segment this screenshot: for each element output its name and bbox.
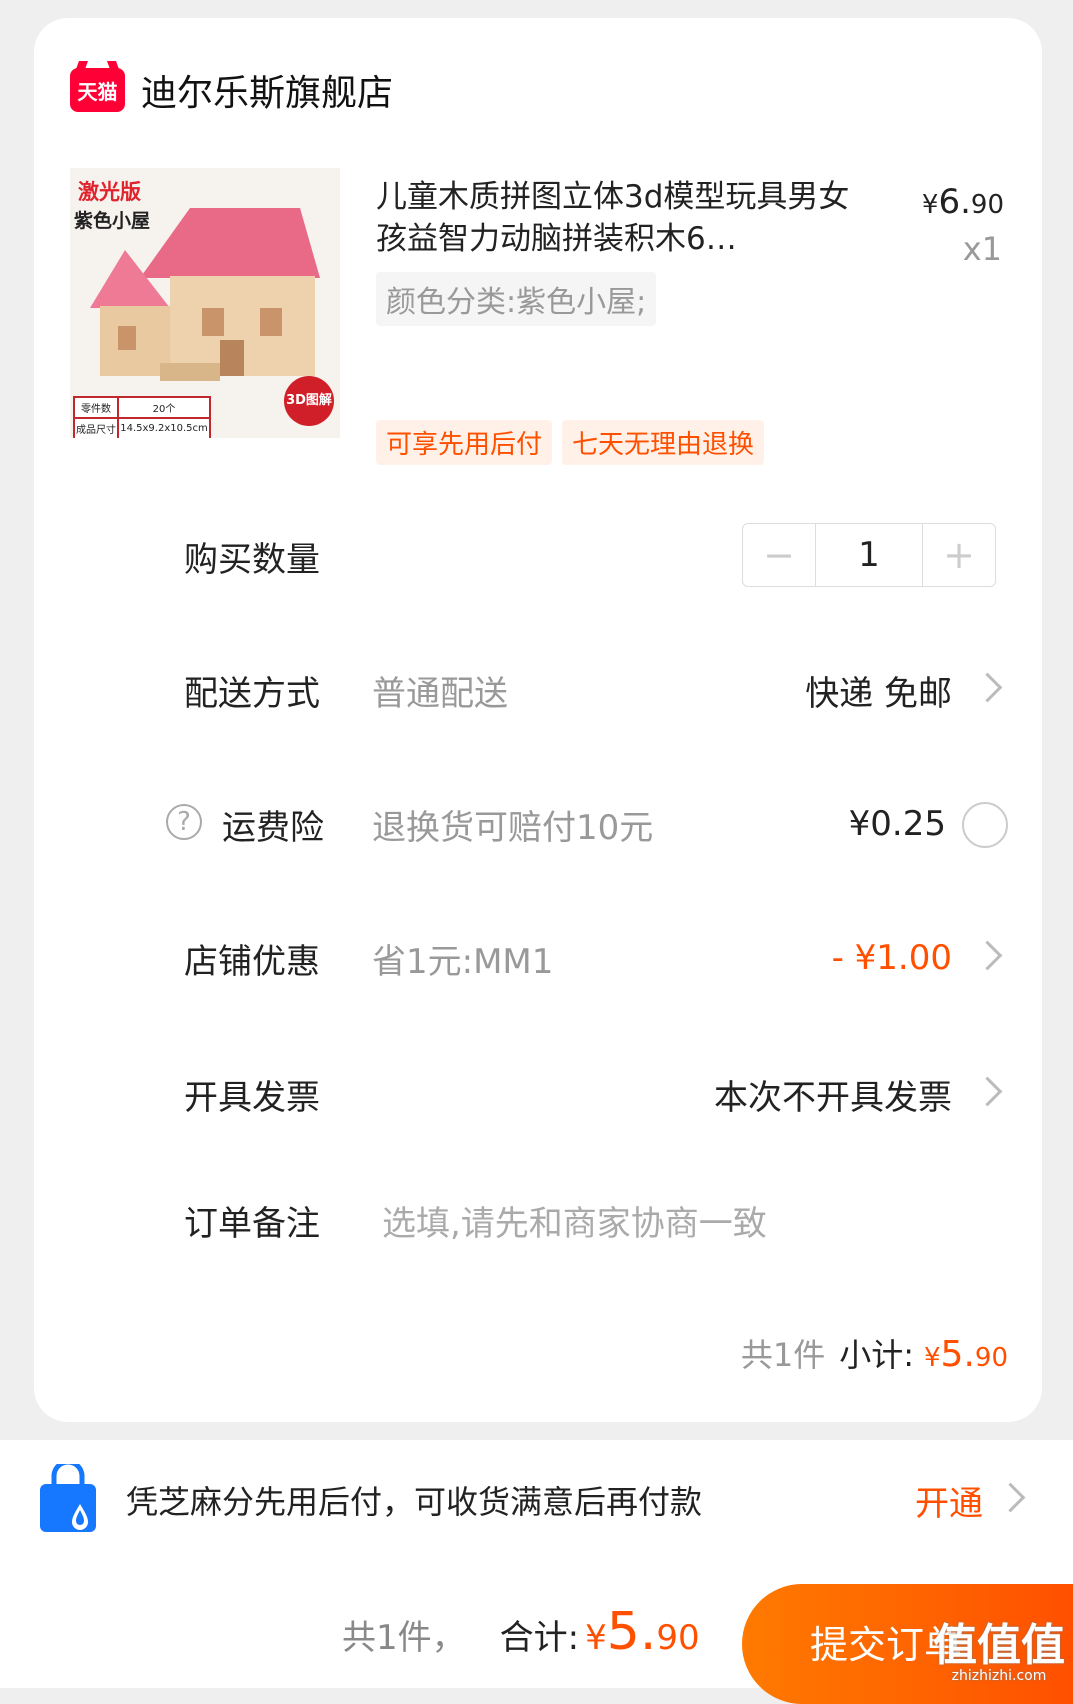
- checkout-bar: 共1件， 合计: ¥5.90 提交订单 值值值 zhizhizhi.com: [0, 1560, 1073, 1704]
- chevron-right-icon: [972, 1076, 1003, 1107]
- image-caption-edition: 激光版: [78, 179, 141, 204]
- insurance-label: 运费险: [222, 807, 324, 848]
- subtotal-symbol: ¥: [924, 1343, 941, 1373]
- total-label: 合计:: [499, 1618, 580, 1658]
- spec-value-size: 14.5x9.2x10.5cm: [118, 418, 210, 438]
- service-tags: 可享先用后付 七天无理由退换: [376, 420, 765, 465]
- pay-later-text: 凭芝麻分先用后付，可收货满意后再付款: [126, 1483, 703, 1521]
- note-input[interactable]: 选填,请先和商家协商一致: [382, 1180, 767, 1260]
- invoice-label: 开具发票: [184, 1077, 320, 1118]
- subtotal: 共1件 小计: ¥5.90: [741, 1330, 1008, 1376]
- chevron-right-icon: [995, 1482, 1026, 1513]
- insurance-price: ¥0.25: [848, 804, 946, 844]
- store-discount-row[interactable]: 店铺优惠 省1元:MM1 - ¥1.00: [34, 918, 1042, 998]
- tag-pay-later: 可享先用后付: [376, 420, 553, 465]
- image-3d-badge: 3D图解: [284, 376, 334, 426]
- insurance-radio[interactable]: [962, 802, 1008, 848]
- subtotal-label: 小计:: [839, 1336, 914, 1374]
- total-amount: ¥5.90: [585, 1602, 700, 1662]
- total-symbol: ¥: [585, 1618, 607, 1658]
- delivery-label: 配送方式: [184, 673, 320, 714]
- discount-label: 店铺优惠: [184, 941, 320, 982]
- shipping-insurance-row[interactable]: ? 运费险 退换货可赔付10元 ¥0.25: [34, 784, 1042, 864]
- image-spec-table: 零件数 20个 成品尺寸 14.5x9.2x10.5cm: [73, 396, 211, 438]
- sku-selector[interactable]: 颜色分类:紫色小屋;: [376, 272, 657, 326]
- delivery-method: 普通配送: [372, 673, 508, 714]
- invoice-value: 本次不开具发票: [714, 1077, 952, 1118]
- subtotal-amount: ¥5.90: [924, 1334, 1008, 1375]
- watermark: 值值值 zhizhizhi.com: [933, 1620, 1065, 1685]
- total-count: 共1件，: [342, 1618, 466, 1658]
- quantity-value[interactable]: 1: [815, 524, 923, 586]
- order-card: 天猫 迪尔乐斯旗舰店 激光版 紫色小屋 零件数 20个 成品尺寸 14.5x9.…: [34, 18, 1042, 1422]
- order-note-row[interactable]: 订单备注 选填,请先和商家协商一致: [34, 1180, 1042, 1260]
- discount-value: - ¥1.00: [831, 938, 952, 978]
- subtotal-int: 5.: [940, 1334, 975, 1375]
- subtotal-count: 共1件: [740, 1336, 826, 1374]
- pay-later-banner[interactable]: 凭芝麻分先用后付，可收货满意后再付款 开通: [0, 1440, 1073, 1560]
- activate-link[interactable]: 开通: [915, 1440, 983, 1560]
- insurance-desc: 退换货可赔付10元: [372, 807, 654, 848]
- total-int: 5.: [606, 1602, 657, 1662]
- delivery-row[interactable]: 配送方式 普通配送 快递 免邮: [34, 650, 1042, 730]
- spec-label-parts: 零件数: [74, 397, 118, 418]
- tmall-logo: 天猫: [70, 68, 125, 112]
- chevron-right-icon: [972, 672, 1003, 703]
- order-total: 共1件， 合计: ¥5.90: [342, 1602, 700, 1662]
- price-symbol: ¥: [921, 190, 939, 220]
- product-title[interactable]: 儿童木质拼图立体3d模型玩具男女孩益智力动脑拼装积木6…: [376, 176, 856, 260]
- delivery-value: 快递 免邮: [805, 673, 952, 714]
- subtotal-dec: 90: [974, 1343, 1008, 1373]
- price-decimal: 90: [970, 190, 1004, 220]
- spec-label-size: 成品尺寸: [74, 418, 118, 438]
- store-header[interactable]: 天猫 迪尔乐斯旗舰店: [70, 60, 393, 120]
- decrement-button[interactable]: −: [743, 524, 815, 586]
- quantity-stepper[interactable]: − 1 +: [742, 523, 996, 587]
- discount-desc: 省1元:MM1: [372, 941, 554, 982]
- product-image[interactable]: 激光版 紫色小屋 零件数 20个 成品尺寸 14.5x9.2x10.5cm 3D…: [70, 168, 340, 438]
- watermark-logo: 值值值: [933, 1620, 1065, 1671]
- quantity-label: 购买数量: [184, 539, 320, 580]
- image-caption-name: 紫色小屋: [74, 210, 151, 232]
- product-price: ¥6.90: [922, 182, 1004, 222]
- watermark-url: zhizhizhi.com: [951, 1668, 1047, 1684]
- increment-button[interactable]: +: [923, 524, 995, 586]
- price-int: 6.: [938, 182, 971, 222]
- help-icon[interactable]: ?: [166, 804, 202, 840]
- invoice-row[interactable]: 开具发票 本次不开具发票: [34, 1054, 1042, 1134]
- shopping-bag-icon: [40, 1464, 96, 1532]
- store-name[interactable]: 迪尔乐斯旗舰店: [141, 64, 393, 116]
- product-quantity: x1: [962, 230, 1002, 268]
- chevron-right-icon: [972, 940, 1003, 971]
- tag-7day-return: 七天无理由退换: [562, 420, 765, 465]
- note-label: 订单备注: [184, 1203, 320, 1244]
- total-dec: 90: [656, 1618, 700, 1658]
- spec-value-parts: 20个: [118, 397, 210, 418]
